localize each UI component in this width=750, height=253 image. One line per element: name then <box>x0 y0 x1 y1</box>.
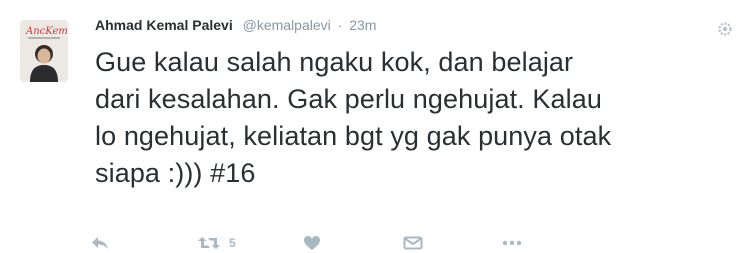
retweet-count: 5 <box>229 236 236 250</box>
gear-icon[interactable] <box>718 22 732 36</box>
reply-button[interactable] <box>90 233 110 253</box>
share-icon <box>403 235 423 251</box>
tweet-text: Gue kalau salah ngaku kok, dan belajar d… <box>95 47 612 188</box>
tweet-card: AncKemal Ahmad Kemal Palevi @kemalpalevi… <box>0 0 750 250</box>
share-button[interactable] <box>403 233 423 253</box>
retweet-icon <box>197 235 221 251</box>
avatar-logo-text: AncKemal <box>25 26 68 37</box>
more-actions-button[interactable] <box>502 233 522 253</box>
tweet-timestamp[interactable]: 23m <box>349 17 376 33</box>
avatar[interactable]: AncKemal <box>20 20 68 82</box>
reply-icon <box>90 235 110 251</box>
ellipsis-icon <box>502 235 522 251</box>
like-button[interactable] <box>303 233 321 253</box>
heart-icon <box>303 235 321 251</box>
tweet-header: Ahmad Kemal Palevi @kemalpalevi · 23m <box>95 14 710 36</box>
avatar-image: AncKemal <box>20 20 68 82</box>
author-handle[interactable]: @kemalpalevi <box>243 17 331 33</box>
author-name[interactable]: Ahmad Kemal Palevi <box>95 17 233 33</box>
retweet-button[interactable]: 5 <box>197 233 236 253</box>
header-separator: · <box>337 17 343 33</box>
